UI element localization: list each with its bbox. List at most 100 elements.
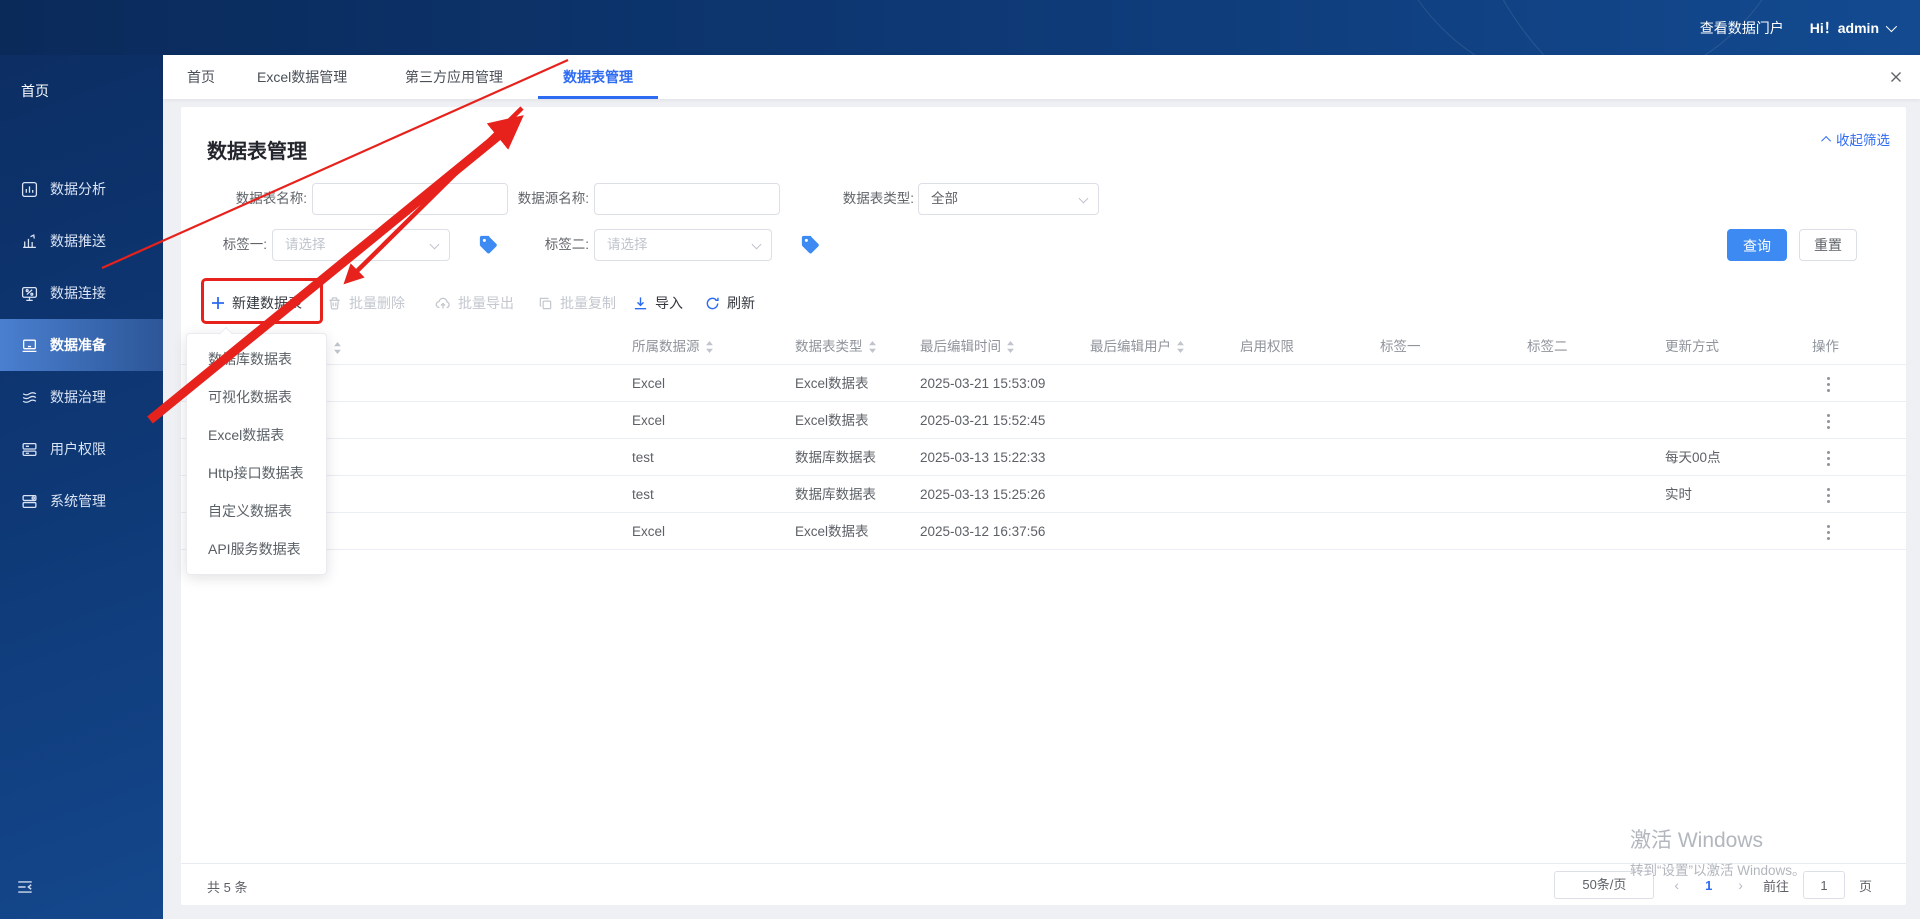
source-name-label: 数据源名称: bbox=[517, 191, 589, 206]
new-data-table-label: 新建数据表 bbox=[232, 295, 302, 311]
prev-page-button[interactable]: ‹ bbox=[1668, 877, 1685, 893]
dropdown-item-visual-table[interactable]: 可视化数据表 bbox=[187, 378, 326, 416]
source-name-input[interactable] bbox=[594, 183, 780, 215]
sidebar-item-data-push[interactable]: 数据推送 bbox=[0, 215, 163, 267]
sidebar-item-data-governance[interactable]: 数据治理 bbox=[0, 371, 163, 423]
user-menu[interactable]: Hi！admin bbox=[1810, 18, 1898, 38]
column-header-edited-user[interactable]: 最后编辑用户 bbox=[1090, 329, 1185, 365]
refresh-button[interactable]: 刷新 bbox=[705, 287, 755, 319]
cell-edited-time: 2025-03-13 15:22:33 bbox=[920, 450, 1046, 465]
app-root: 查看数据门户 Hi！admin 首页 数据分析 数据推送 数据连接 数据准备 数… bbox=[0, 0, 1920, 919]
dropdown-item-database-table[interactable]: 数据库数据表 bbox=[187, 340, 326, 378]
table-type-label: 数据表类型: bbox=[842, 191, 914, 206]
dropdown-item-api-table[interactable]: API服务数据表 bbox=[187, 530, 326, 568]
column-header-type[interactable]: 数据表类型 bbox=[795, 329, 877, 365]
column-header-edited-time[interactable]: 最后编辑时间 bbox=[920, 329, 1015, 365]
tab-excel-data-manage[interactable]: Excel数据管理 bbox=[257, 55, 347, 99]
collapse-filter-link[interactable]: 收起筛选 bbox=[1821, 129, 1890, 149]
batch-export-button[interactable]: 批量导出 bbox=[435, 287, 514, 319]
trash-icon bbox=[329, 296, 340, 309]
refresh-icon bbox=[706, 297, 719, 309]
batch-export-label: 批量导出 bbox=[458, 295, 514, 311]
table-row[interactable]: Excel Excel数据表 2025-03-21 15:52:45 bbox=[181, 402, 1906, 439]
tag1-select[interactable]: 请选择 bbox=[272, 229, 450, 261]
batch-copy-button[interactable]: 批量复制 bbox=[538, 287, 616, 319]
cell-source: Excel bbox=[632, 413, 666, 428]
sidebar-item-system-manage[interactable]: 系统管理 bbox=[0, 475, 163, 527]
table-name-input[interactable] bbox=[312, 183, 508, 215]
batch-delete-button[interactable]: 批量删除 bbox=[327, 287, 405, 319]
dropdown-item-http-table[interactable]: Http接口数据表 bbox=[187, 454, 326, 492]
tag1-placeholder: 请选择 bbox=[285, 237, 326, 252]
copy-icon bbox=[539, 297, 552, 309]
cell-source: Excel bbox=[632, 524, 666, 539]
sidebar-item-data-connect[interactable]: 数据连接 bbox=[0, 267, 163, 319]
new-data-table-button[interactable]: 新建数据表 bbox=[211, 287, 302, 319]
current-page-button[interactable]: 1 bbox=[1699, 878, 1718, 893]
batch-delete-label: 批量删除 bbox=[349, 295, 405, 311]
sidebar-collapse-button[interactable] bbox=[16, 878, 34, 901]
dropdown-item-custom-table[interactable]: 自定义数据表 bbox=[187, 492, 326, 530]
plus-icon bbox=[212, 297, 224, 309]
next-page-button[interactable]: › bbox=[1732, 877, 1749, 893]
server-icon bbox=[22, 494, 37, 508]
table-row[interactable]: test 数据库数据表 2025-03-13 15:25:26 实时 bbox=[181, 476, 1906, 513]
page-size-select[interactable]: 50条/页 bbox=[1554, 871, 1655, 899]
row-actions-menu-icon[interactable] bbox=[1821, 412, 1836, 431]
column-header-source[interactable]: 所属数据源 bbox=[632, 329, 714, 365]
sidebar-item-home[interactable]: 首页 bbox=[0, 55, 163, 101]
batch-copy-label: 批量复制 bbox=[560, 295, 616, 311]
tag2-select[interactable]: 请选择 bbox=[594, 229, 772, 261]
cell-type: Excel数据表 bbox=[795, 524, 869, 539]
sidebar-item-data-prepare[interactable]: 数据准备 bbox=[0, 319, 163, 371]
table-type-select[interactable]: 全部 bbox=[918, 183, 1099, 215]
dropdown-item-excel-table[interactable]: Excel数据表 bbox=[187, 416, 326, 454]
tab-home[interactable]: 首页 bbox=[187, 55, 215, 99]
tab-third-party-app-manage[interactable]: 第三方应用管理 bbox=[405, 55, 503, 99]
cell-source: test bbox=[632, 450, 654, 465]
tabbar: 首页 Excel数据管理 第三方应用管理 数据表管理 bbox=[163, 55, 1920, 99]
table-type-value: 全部 bbox=[931, 191, 958, 206]
content-card: 收起筛选 数据表管理 数据表名称: 数据源名称: 数据表类型: 全部 标签一: … bbox=[181, 107, 1906, 905]
column-header-tag1: 标签一 bbox=[1380, 339, 1421, 354]
row-actions-menu-icon[interactable] bbox=[1821, 375, 1836, 394]
table-header-row: 所属数据源 数据表类型 最后编辑时间 最后编辑用户 启用权限 标签一 标签二 更… bbox=[181, 329, 1906, 365]
tag2-manage-button[interactable] bbox=[800, 234, 822, 256]
table-row[interactable]: test 数据库数据表 2025-03-13 15:22:33 每天00点 bbox=[181, 439, 1906, 476]
row-actions-menu-icon[interactable] bbox=[1821, 486, 1836, 505]
chevron-down-icon bbox=[429, 239, 440, 250]
tab-data-table-manage[interactable]: 数据表管理 bbox=[538, 55, 658, 99]
cell-edited-time: 2025-03-13 15:25:26 bbox=[920, 487, 1046, 502]
reset-button[interactable]: 重置 bbox=[1799, 229, 1857, 261]
sort-icon bbox=[1007, 341, 1014, 353]
table-row[interactable]: Excel Excel数据表 2025-03-21 15:53:09 bbox=[181, 365, 1906, 402]
sort-icon[interactable] bbox=[333, 342, 342, 354]
search-button[interactable]: 查询 bbox=[1727, 229, 1787, 261]
sidebar-item-user-permission[interactable]: 用户权限 bbox=[0, 423, 163, 475]
card-footer: 共 5 条 50条/页 ‹ 1 › 前往 页 bbox=[181, 863, 1906, 905]
row-actions-menu-icon[interactable] bbox=[1821, 523, 1836, 542]
row-actions-menu-icon[interactable] bbox=[1821, 449, 1836, 468]
table-row[interactable]: Excel Excel数据表 2025-03-12 16:37:56 bbox=[181, 513, 1906, 550]
column-header-update-mode: 更新方式 bbox=[1665, 339, 1719, 354]
sort-icon bbox=[1177, 341, 1184, 353]
column-header-actions: 操作 bbox=[1812, 339, 1839, 354]
view-data-portal-link[interactable]: 查看数据门户 bbox=[1700, 18, 1784, 38]
new-table-dropdown: 数据库数据表 可视化数据表 Excel数据表 Http接口数据表 自定义数据表 … bbox=[186, 333, 327, 575]
sidebar-item-data-analysis[interactable]: 数据分析 bbox=[0, 163, 163, 215]
tag1-manage-button[interactable] bbox=[478, 234, 500, 256]
goto-page-input[interactable] bbox=[1802, 871, 1845, 899]
tag2-label: 标签二: bbox=[544, 237, 589, 252]
cloud-upload-icon bbox=[435, 297, 450, 309]
collapse-filter-label: 收起筛选 bbox=[1836, 133, 1890, 148]
chevron-down-icon bbox=[1078, 193, 1089, 204]
refresh-label: 刷新 bbox=[727, 295, 755, 311]
push-chart-icon bbox=[23, 233, 36, 248]
import-button[interactable]: 导入 bbox=[633, 287, 683, 319]
bar-chart-icon bbox=[21, 181, 38, 197]
tab-close-button[interactable] bbox=[1888, 69, 1904, 85]
tag-icon bbox=[479, 235, 497, 254]
import-label: 导入 bbox=[655, 295, 683, 311]
monitor-icon bbox=[21, 286, 38, 301]
tag-icon bbox=[801, 235, 819, 254]
